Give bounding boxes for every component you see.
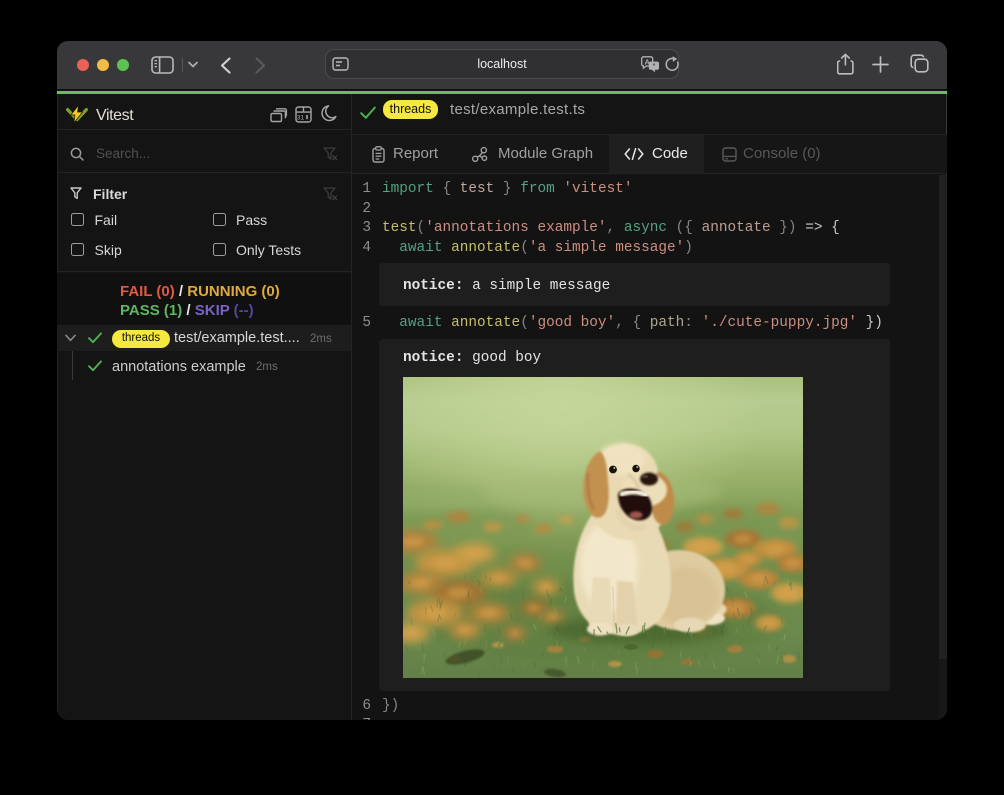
svg-text:31: 31 xyxy=(297,114,305,121)
svg-text:*: * xyxy=(653,63,656,70)
